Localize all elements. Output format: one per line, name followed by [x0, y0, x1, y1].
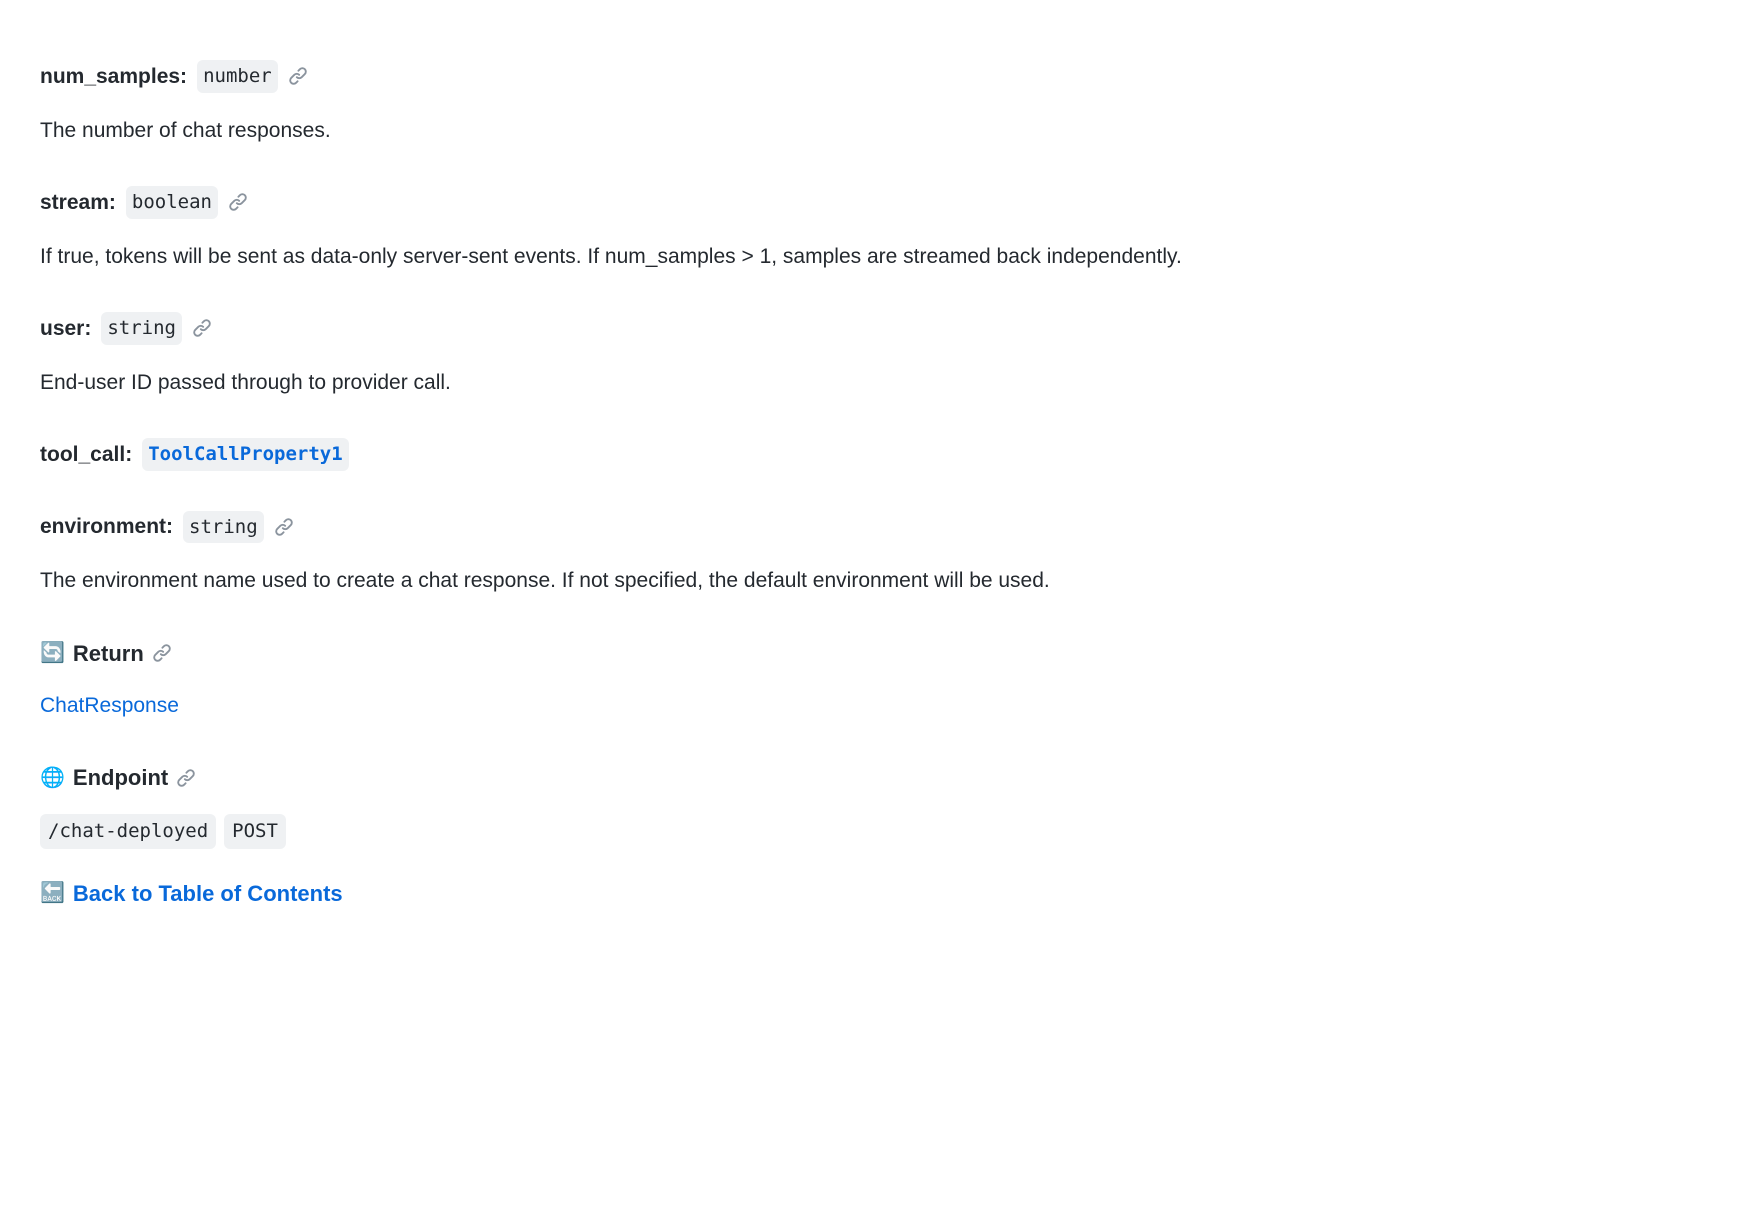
param-name: tool_call:	[40, 439, 132, 471]
param-description: End-user ID passed through to provider c…	[40, 367, 1724, 399]
param-description: If true, tokens will be sent as data-onl…	[40, 241, 1724, 273]
endpoint-section-heading: 🌐 Endpoint	[40, 761, 1724, 794]
param-name: environment:	[40, 511, 173, 543]
back-to-toc-link[interactable]: Back to Table of Contents	[73, 877, 343, 910]
anchor-link-icon[interactable]	[176, 768, 196, 788]
param-heading-tool-call: tool_call: ToolCallProperty1	[40, 438, 1724, 471]
param-name: num_samples:	[40, 61, 187, 93]
param-name: user:	[40, 313, 91, 345]
endpoint-method: POST	[224, 814, 286, 849]
anchor-link-icon[interactable]	[274, 517, 294, 537]
endpoint-title: Endpoint	[73, 761, 168, 794]
return-icon: 🔄	[40, 638, 65, 668]
param-description: The number of chat responses.	[40, 115, 1724, 147]
globe-icon: 🌐	[40, 763, 65, 793]
param-heading-num-samples: num_samples: number	[40, 60, 1724, 93]
param-type-badge: string	[101, 312, 182, 345]
return-section-heading: 🔄 Return	[40, 637, 1724, 670]
back-row: 🔙 Back to Table of Contents	[40, 877, 1724, 910]
back-icon: 🔙	[40, 883, 65, 903]
anchor-link-icon[interactable]	[228, 192, 248, 212]
param-type-badge: boolean	[126, 186, 218, 219]
param-heading-environment: environment: string	[40, 511, 1724, 544]
param-heading-stream: stream: boolean	[40, 186, 1724, 219]
type-link-toolcallproperty1[interactable]: ToolCallProperty1	[142, 438, 348, 471]
anchor-link-icon[interactable]	[192, 318, 212, 338]
param-description: The environment name used to create a ch…	[40, 565, 1724, 597]
endpoint-path: /chat-deployed	[40, 814, 216, 849]
anchor-link-icon[interactable]	[152, 643, 172, 663]
return-title: Return	[73, 637, 144, 670]
anchor-link-icon[interactable]	[288, 66, 308, 86]
endpoint-row: /chat-deployed POST	[40, 814, 1724, 849]
param-type-badge: number	[197, 60, 278, 93]
param-name: stream:	[40, 187, 116, 219]
param-type-badge: string	[183, 511, 264, 544]
param-heading-user: user: string	[40, 312, 1724, 345]
return-type-link[interactable]: ChatResponse	[40, 694, 179, 717]
